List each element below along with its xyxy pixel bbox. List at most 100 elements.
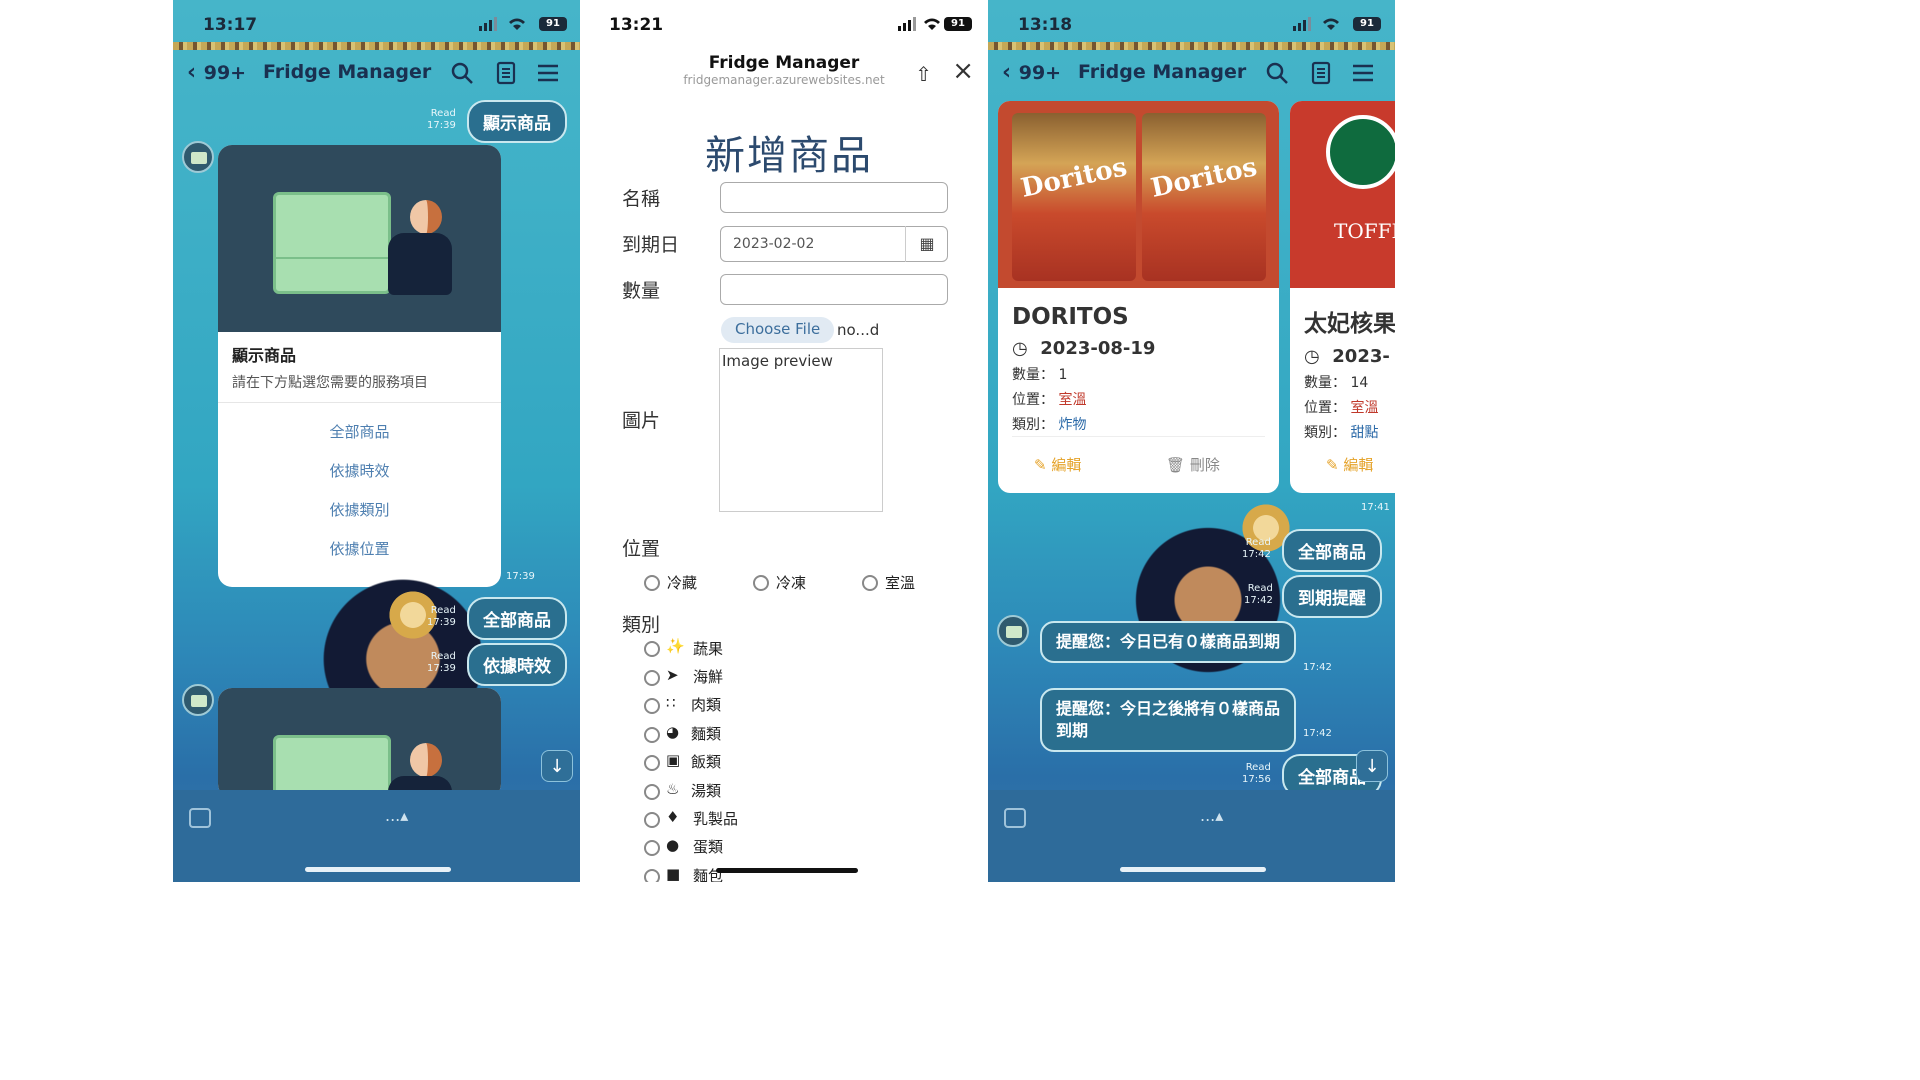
back-button[interactable]: ‹ 99+ <box>1002 60 1061 85</box>
radio-category[interactable] <box>644 784 660 800</box>
sent-bubble-show-products: 顯示商品 <box>467 100 567 143</box>
search-icon[interactable] <box>449 60 475 86</box>
category-option-label: 乳製品 <box>693 810 739 828</box>
product-card: Doritos Doritos DORITOS ◷ 2023-08-19 數量：… <box>998 101 1279 493</box>
message-time: 17:39 <box>506 571 535 582</box>
bot-avatar[interactable] <box>182 141 214 173</box>
bot-avatar[interactable] <box>182 684 214 716</box>
battery-icon: 91 <box>539 17 567 31</box>
menu-icon[interactable] <box>1350 60 1376 86</box>
action-by-category[interactable]: 依據類別 <box>218 491 501 530</box>
browser-header: Fridge Manager fridgemanager.azurewebsit… <box>580 50 988 100</box>
read-receipt: Read 17:42 <box>1244 583 1273 606</box>
clock-icon: ◷ <box>1012 338 1028 359</box>
phone-line-chat-products: 13:18 91 ‹ 99+ Fridge Manager Doritos Do… <box>988 0 1395 882</box>
home-indicator <box>716 868 858 873</box>
sent-bubble-all-products: 全部商品 <box>467 597 567 640</box>
radio-location-room[interactable] <box>862 575 878 591</box>
card-actions: 全部商品 依據時效 依據類別 依據位置 <box>218 402 501 569</box>
message-time: 17:42 <box>1303 728 1332 739</box>
card-body: 顯示商品 請在下方點選您需要的服務項目 <box>218 332 501 402</box>
product-name: DORITOS <box>1012 304 1129 330</box>
action-by-location[interactable]: 依據位置 <box>218 530 501 569</box>
fridge-image <box>273 735 391 798</box>
category-option-label: 麵類 <box>691 725 722 743</box>
rich-menu-toggle[interactable]: ...▴ <box>1200 806 1223 825</box>
pencil-icon: ✎ <box>1034 456 1047 474</box>
action-all-products[interactable]: 全部商品 <box>218 413 501 452</box>
meat-icon: ∷ <box>666 694 676 712</box>
chat-title: Fridge Manager <box>263 61 432 83</box>
soup-icon: ♨ <box>666 780 680 798</box>
radio-category[interactable] <box>644 641 660 657</box>
radio-location-fridge[interactable] <box>644 575 660 591</box>
radio-category[interactable] <box>644 812 660 828</box>
scroll-down-button[interactable]: ↓ <box>1356 750 1388 782</box>
keyboard-icon[interactable] <box>1004 808 1026 828</box>
edit-button[interactable]: ✎ 編輯 <box>1034 454 1081 475</box>
product-name: 太妃核果 <box>1304 311 1395 337</box>
product-quantity: 數量： 1 <box>1012 367 1068 383</box>
decorative-border <box>173 42 581 50</box>
keyboard-icon[interactable] <box>189 808 211 828</box>
unread-count: 99+ <box>1018 62 1062 84</box>
phone-liff-add-product: 13:21 91 Fridge Manager fridgemanager.az… <box>580 0 988 882</box>
status-bar: 13:17 91 <box>173 0 581 46</box>
person-image <box>410 743 442 777</box>
delete-button[interactable]: 🗑 刪除 <box>1166 454 1220 475</box>
status-time: 13:18 <box>1018 15 1073 35</box>
chat-title: Fridge Manager <box>1078 61 1247 83</box>
radio-category[interactable] <box>644 755 660 771</box>
category-option-label: 肉類 <box>691 696 722 714</box>
location-option-label: 室溫 <box>885 574 916 592</box>
notes-icon[interactable] <box>493 60 519 86</box>
rich-menu-toggle[interactable]: ...▴ <box>385 806 408 825</box>
image-preview: Image preview <box>719 348 883 512</box>
category-option-label: 蛋類 <box>693 838 724 856</box>
sent-bubble-expiry-reminder: 到期提醒 <box>1282 575 1382 618</box>
chat-input-bar: ...▴ <box>173 790 581 882</box>
read-receipt: Read 17:39 <box>427 108 456 131</box>
product-image: Doritos Doritos <box>998 101 1279 288</box>
product-location: 位置： 室溫 <box>1012 392 1087 408</box>
name-label: 名稱 <box>622 188 661 210</box>
clock-icon: ◷ <box>1304 346 1320 367</box>
status-time: 13:21 <box>609 15 664 35</box>
name-input[interactable] <box>720 182 948 213</box>
radio-category[interactable] <box>644 727 660 743</box>
radio-category[interactable] <box>644 869 660 882</box>
choose-file-button[interactable]: Choose File <box>721 317 835 343</box>
back-button[interactable]: ‹ 99+ <box>187 60 246 85</box>
search-icon[interactable] <box>1264 60 1290 86</box>
calendar-icon[interactable]: ▦ <box>905 226 948 262</box>
quantity-input[interactable] <box>720 274 948 305</box>
product-quantity: 數量： 14 <box>1304 375 1369 391</box>
scroll-down-button[interactable]: ↓ <box>541 750 573 782</box>
category-option-label: 蔬果 <box>693 640 724 658</box>
person-image <box>410 200 442 234</box>
message-time: 17:42 <box>1303 662 1332 673</box>
fridge-illustration <box>218 688 501 798</box>
person-body-image <box>388 233 452 295</box>
edit-button[interactable]: ✎ 編輯 <box>1326 454 1373 475</box>
notes-icon[interactable] <box>1308 60 1334 86</box>
menu-icon[interactable] <box>535 60 561 86</box>
category-label: 類別 <box>622 614 661 636</box>
flex-menu-card: 顯示商品 請在下方點選您需要的服務項目 全部商品 依據時效 依據類別 依據位置 <box>218 145 501 587</box>
category-option-label: 飯類 <box>691 753 722 771</box>
radio-location-freezer[interactable] <box>753 575 769 591</box>
radio-category[interactable] <box>644 670 660 686</box>
radio-category[interactable] <box>644 840 660 856</box>
bot-avatar[interactable] <box>997 615 1029 647</box>
radio-category[interactable] <box>644 698 660 714</box>
divider <box>1012 436 1265 437</box>
expiry-label: 到期日 <box>622 234 680 256</box>
share-icon[interactable]: ⇧ <box>915 62 932 86</box>
location-option-label: 冷藏 <box>667 574 698 592</box>
sent-bubble-all-products: 全部商品 <box>1282 529 1382 572</box>
file-name: no...d <box>837 321 880 339</box>
close-icon[interactable]: × <box>952 56 974 86</box>
product-expiry: ◷ 2023-08-19 <box>1012 338 1156 359</box>
action-by-expiry[interactable]: 依據時效 <box>218 452 501 491</box>
signal-icon <box>1293 17 1311 31</box>
